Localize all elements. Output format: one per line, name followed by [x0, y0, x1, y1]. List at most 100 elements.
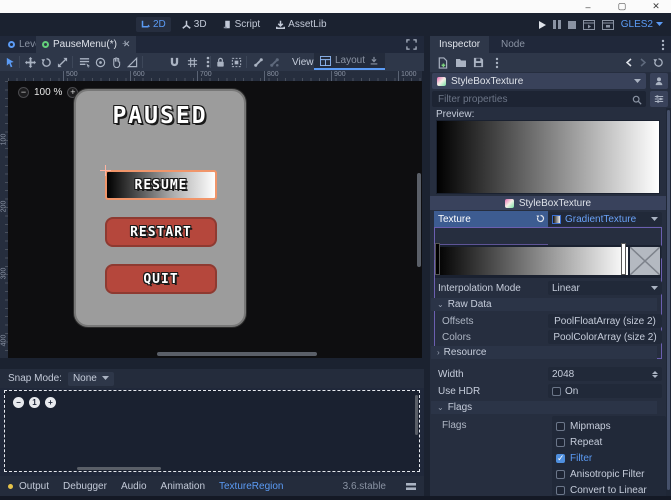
flag-mipmaps[interactable]: Mipmaps [556, 418, 662, 434]
gradient-ramp[interactable] [436, 247, 628, 275]
smart-snap-icon[interactable] [168, 56, 180, 68]
snap-options-icon[interactable] [202, 56, 214, 68]
inspector-scrollbar[interactable] [666, 108, 671, 496]
flag-filter[interactable]: Filter [556, 450, 662, 466]
pause-menu-panel[interactable]: PAUSED RESUME RESTART QUIT [74, 89, 246, 327]
snap-mode-dropdown[interactable]: None [68, 372, 114, 386]
dock-menu-icon[interactable] [656, 38, 669, 51]
bottom-tab-audio[interactable]: Audio [121, 481, 147, 492]
tr-hscrollbar[interactable] [77, 467, 161, 470]
styleboxtexture-icon [437, 77, 446, 86]
interpolation-dropdown[interactable]: Linear [548, 281, 662, 295]
workspace-2d[interactable]: 2D [136, 17, 171, 32]
scale-tool-icon[interactable] [56, 56, 68, 68]
pan-tool-icon[interactable] [110, 56, 122, 68]
history-list-icon[interactable] [652, 56, 665, 69]
anisotropic-checkbox[interactable] [556, 470, 565, 479]
property-tools-icon[interactable] [650, 91, 668, 107]
load-resource-icon[interactable] [454, 56, 467, 69]
grid-snap-icon[interactable] [186, 56, 198, 68]
play-custom-scene-button[interactable] [602, 20, 614, 30]
canvas-hscrollbar[interactable] [157, 352, 317, 356]
tr-zoom-out-icon[interactable]: − [13, 397, 24, 408]
resource-dropdown[interactable]: StyleBoxTexture [432, 73, 646, 89]
colors-array-button[interactable]: PoolColorArray (size 2) [548, 330, 662, 344]
resource-menu-icon[interactable] [490, 56, 503, 69]
canvas-viewport[interactable]: − 100 % + PAUSED RESUME RESTART QUIT [8, 81, 422, 358]
save-resource-icon[interactable] [472, 56, 485, 69]
tr-vscrollbar[interactable] [415, 395, 418, 435]
texture-value-dropdown[interactable]: GradientTexture [548, 212, 662, 226]
skeleton-options-icon[interactable] [268, 56, 280, 68]
pause-button[interactable] [553, 20, 561, 29]
category-title: StyleBoxTexture [519, 198, 591, 209]
gradient-handle-white[interactable] [621, 243, 626, 275]
resume-button[interactable]: RESUME [105, 170, 217, 200]
panel-divider[interactable] [0, 358, 424, 369]
tr-zoom-in-icon[interactable]: + [45, 397, 56, 408]
revert-property-icon[interactable] [536, 214, 545, 223]
restart-button[interactable]: RESTART [105, 217, 217, 247]
category-header[interactable]: StyleBoxTexture [430, 196, 666, 210]
restore-icon[interactable]: ▢ [612, 1, 632, 12]
ruler-tool-icon[interactable] [126, 56, 138, 68]
zoom-out-icon[interactable]: − [18, 87, 29, 98]
section-resource[interactable]: › Resource [431, 346, 657, 359]
gradient-handle-black[interactable] [435, 243, 440, 275]
bottom-tab-debugger[interactable]: Debugger [63, 481, 107, 492]
select-pivot-icon[interactable] [94, 56, 106, 68]
texture-region-editor[interactable]: − 1 + [4, 390, 420, 472]
history-forward-icon[interactable] [636, 56, 649, 69]
stop-button[interactable] [568, 21, 576, 29]
flag-convert-linear[interactable]: Convert to Linear [556, 482, 662, 496]
close-icon[interactable]: ✕ [646, 1, 666, 12]
select-tool-icon[interactable] [4, 56, 16, 68]
tab-inspector[interactable]: Inspector [430, 36, 489, 53]
play-button[interactable] [539, 21, 546, 29]
workspace-script[interactable]: Script [218, 17, 266, 32]
spinner-updown-icon[interactable] [652, 371, 658, 378]
move-tool-icon[interactable] [24, 56, 36, 68]
skeleton-bone-icon[interactable] [252, 56, 264, 68]
tr-zoom-reset-icon[interactable]: 1 [29, 397, 40, 408]
play-scene-button[interactable] [583, 20, 595, 30]
repeat-checkbox[interactable] [556, 438, 565, 447]
gradient-editor[interactable] [435, 245, 661, 278]
window-titlebar: – ▢ ✕ [0, 0, 671, 13]
new-resource-icon[interactable] [436, 56, 449, 69]
filter-properties-input[interactable] [432, 91, 646, 107]
workspace-3d[interactable]: 3D [177, 17, 212, 32]
bottom-tab-animation[interactable]: Animation [161, 481, 205, 492]
object-options-icon[interactable] [650, 73, 668, 89]
bottom-tab-output[interactable]: Output [19, 481, 49, 492]
zoom-level[interactable]: 100 % [34, 87, 62, 98]
filter-checkbox[interactable] [556, 454, 565, 463]
list-select-icon[interactable] [78, 56, 90, 68]
chevron-down-icon: ⌄ [437, 403, 444, 412]
gradient-color-box[interactable] [630, 247, 660, 275]
workspace-assetlib[interactable]: AssetLib [271, 17, 331, 32]
mipmaps-checkbox[interactable] [556, 422, 565, 431]
offsets-array-button[interactable]: PoolFloatArray (size 2) [548, 314, 662, 328]
width-spinbox[interactable]: 2048 [548, 367, 662, 381]
history-back-icon[interactable] [622, 56, 635, 69]
group-icon[interactable] [230, 56, 242, 68]
flag-anisotropic[interactable]: Anisotropic Filter [556, 466, 662, 482]
bottom-tab-textureregion[interactable]: TextureRegion [219, 481, 283, 492]
section-raw-data[interactable]: ⌄ Raw Data [431, 298, 657, 311]
layout-menu-button[interactable]: Layout [314, 53, 385, 70]
tab-node[interactable]: Node [492, 36, 534, 53]
collapse-bottom-panel-icon[interactable] [406, 482, 416, 491]
convert-linear-checkbox[interactable] [556, 486, 565, 495]
rotate-tool-icon[interactable] [40, 56, 52, 68]
quit-button[interactable]: QUIT [105, 264, 217, 294]
use-hdr-checkbox[interactable] [552, 387, 561, 396]
distraction-free-icon[interactable] [406, 39, 417, 50]
renderer-dropdown[interactable]: GLES2 [621, 19, 663, 30]
canvas-vscrollbar[interactable] [417, 173, 421, 267]
minimize-icon[interactable]: – [578, 1, 598, 12]
section-flags[interactable]: ⌄ Flags [431, 401, 657, 414]
new-scene-tab-button[interactable]: + [122, 38, 128, 50]
lock-icon[interactable] [214, 56, 226, 68]
flag-repeat[interactable]: Repeat [556, 434, 662, 450]
